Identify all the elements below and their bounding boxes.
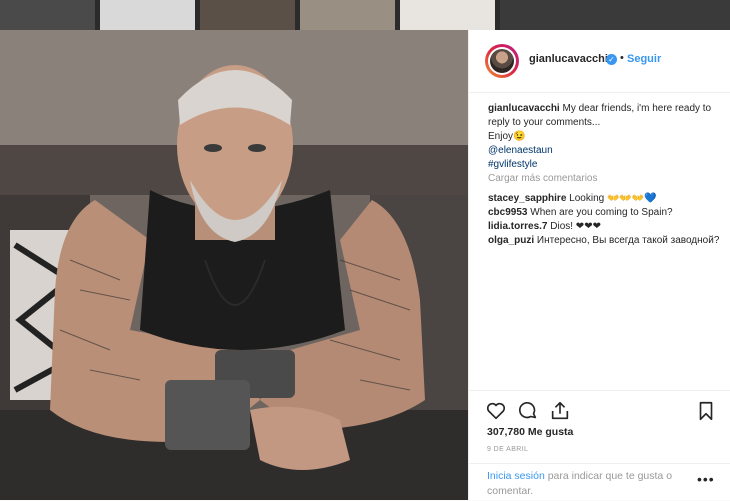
load-more-comments[interactable]: Cargar más comentarios <box>488 172 720 186</box>
comment-text: Интересно, Вы всегда такой заводной? <box>536 235 720 246</box>
avatar[interactable] <box>485 44 519 78</box>
background-feed-strip <box>0 0 730 30</box>
comment-username[interactable]: lidia.torres.7 <box>488 221 547 232</box>
comment-text: Looking 👐👐👐💙 <box>569 193 657 204</box>
bookmark-icon[interactable] <box>695 400 717 422</box>
comment-item: cbc9953 When are you coming to Spain? <box>488 206 720 220</box>
separator-dot: • <box>620 52 624 64</box>
caption-line2: Enjoy😉 <box>488 131 526 142</box>
more-options-icon[interactable]: ••• <box>697 471 715 487</box>
comment-username[interactable]: cbc9953 <box>488 207 527 218</box>
comment-username[interactable]: stacey_sapphire <box>488 193 566 204</box>
comment-text: When are you coming to Spain? <box>530 207 673 218</box>
login-link[interactable]: Inicia sesión <box>487 470 545 482</box>
comment-item: olga_puzi Интересно, Вы всегда такой зав… <box>488 234 720 248</box>
caption-hashtag[interactable]: #gvlifestyle <box>488 158 720 172</box>
caption-username[interactable]: gianlucavacchi <box>488 103 560 114</box>
comment-username[interactable]: olga_puzi <box>488 235 534 246</box>
caption-mention[interactable]: @elenaestaun <box>488 144 720 158</box>
share-icon[interactable] <box>549 400 571 422</box>
comment-item: lidia.torres.7 Dios! ❤❤❤ <box>488 220 720 234</box>
comment-icon[interactable] <box>517 400 539 422</box>
post-photo <box>0 30 468 500</box>
follow-button[interactable]: Seguir <box>627 53 661 65</box>
post-header: gianlucavacchi ✓ • Seguir <box>469 30 730 93</box>
heart-icon[interactable] <box>485 400 507 422</box>
caption: gianlucavacchi My dear friends, i'm here… <box>488 102 720 130</box>
comment-text: Dios! ❤❤❤ <box>550 221 601 232</box>
divider <box>469 463 730 464</box>
header-username[interactable]: gianlucavacchi <box>529 53 608 65</box>
post-side-panel: gianlucavacchi ✓ • Seguir gianlucavacchi… <box>468 30 730 500</box>
likes-count[interactable]: 307,780 Me gusta <box>487 426 573 438</box>
post-actions: 307,780 Me gusta 9 DE ABRIL Inicia sesió… <box>469 390 730 501</box>
login-prompt: Inicia sesión para indicar que te gusta … <box>487 469 697 499</box>
post-date: 9 DE ABRIL <box>487 446 529 453</box>
verified-icon: ✓ <box>606 54 617 65</box>
comment-item: stacey_sapphire Looking 👐👐👐💙 <box>488 192 720 206</box>
comments-list: gianlucavacchi My dear friends, i'm here… <box>488 102 720 248</box>
